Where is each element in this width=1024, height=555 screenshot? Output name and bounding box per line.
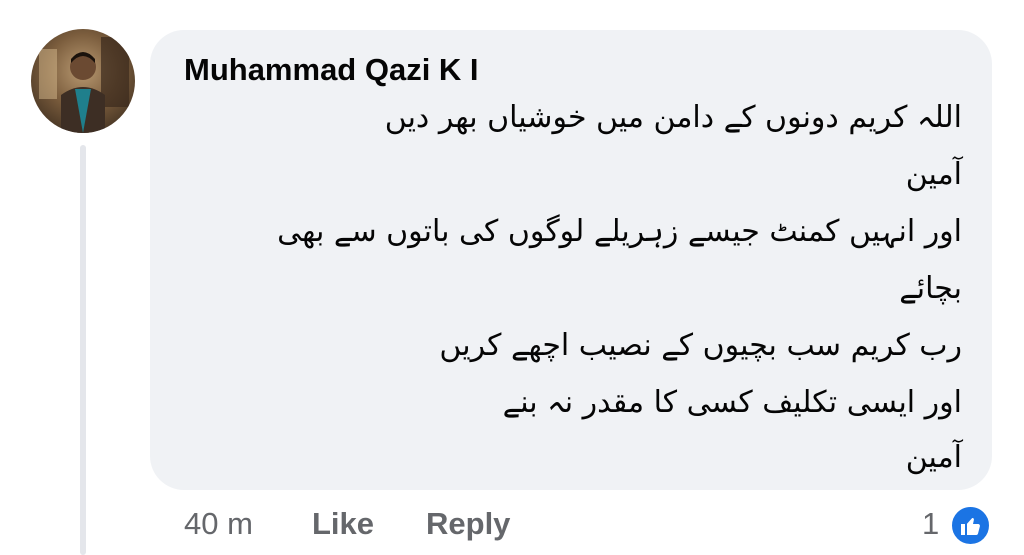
reaction-count[interactable]: 1 [922,506,939,542]
thread-line [80,145,86,555]
comment-timestamp[interactable]: 40 m [184,506,253,542]
comment-line: رب کریم سب بچیوں کے نصیب اچھے کریں [439,328,962,363]
comment-line: بچائے [899,271,962,306]
comment-bubble [150,30,992,490]
like-button[interactable]: Like [312,506,374,542]
avatar-photo [39,37,129,133]
comment-line: آمین [905,157,962,192]
comment-line: اللہ کریم دونوں کے دامن میں خوشیاں بھر د… [384,100,962,135]
comment-line: اور انہیں کمنٹ جیسے زہریلے لوگوں کی باتو… [277,214,962,249]
comment-line: آمین [905,440,962,475]
like-reaction-badge[interactable] [949,504,992,547]
reply-button[interactable]: Reply [426,506,510,542]
avatar[interactable] [31,29,135,133]
like-icon [960,517,980,535]
comment-author[interactable]: Muhammad Qazi K I [184,52,479,88]
comment-thread: Muhammad Qazi K I اللہ کریم دونوں کے دام… [0,0,1024,555]
comment-line: اور ایسی تکلیف کسی کا مقدر نہ بنے [502,385,962,420]
